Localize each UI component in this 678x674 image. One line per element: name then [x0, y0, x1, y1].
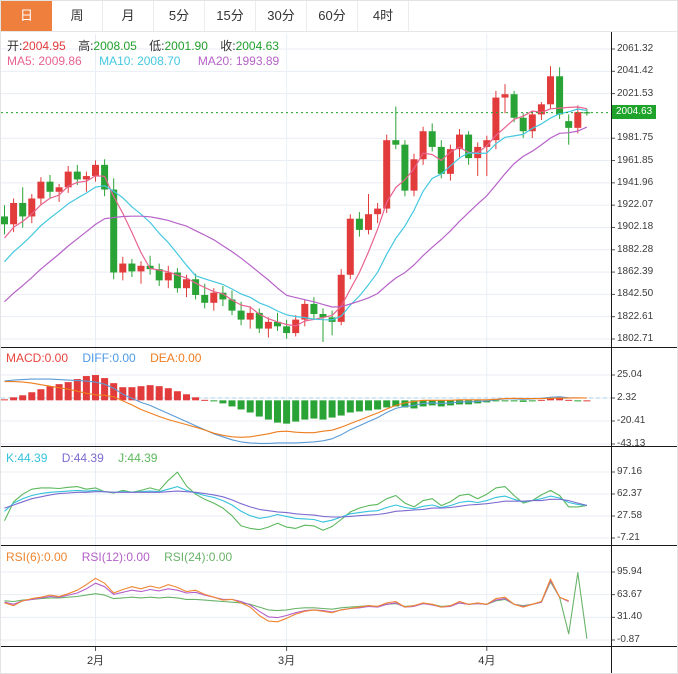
axis-label: 97.16 — [617, 466, 642, 477]
axis-label: -20.41 — [617, 415, 645, 426]
axis-label: 2041.42 — [617, 65, 653, 76]
current-price-badge: 2004.63 — [612, 105, 656, 119]
macd-value: MACD:0.00 — [6, 351, 68, 365]
axis-label: -0.87 — [617, 634, 640, 645]
axis-label: 62.37 — [617, 488, 642, 499]
chart-canvas[interactable] — [1, 1, 678, 674]
tab-30min[interactable]: 30分 — [256, 1, 307, 31]
ohlc-readout: 开:2004.95 高:2008.05 低:2001.90 收:2004.63 — [7, 37, 288, 54]
open-label: 开: — [7, 39, 22, 53]
low-label: 低: — [149, 39, 164, 53]
axis-label: -43.13 — [617, 438, 645, 449]
axis-label: 1822.61 — [617, 311, 653, 322]
tab-4hour[interactable]: 4时 — [358, 1, 409, 31]
tab-day[interactable]: 日 — [1, 1, 52, 31]
kdj-readout: K:44.39 D:44.39 J:44.39 — [6, 451, 168, 465]
chart-app: 日 周 月 5分 15分 30分 60分 4时 开:2004.95 高:2008… — [0, 0, 678, 674]
d-value: D:44.39 — [62, 451, 104, 465]
dea-value: DEA:0.00 — [150, 351, 201, 365]
axis-label: 95.94 — [617, 566, 642, 577]
tab-15min[interactable]: 15分 — [205, 1, 256, 31]
axis-label: 1902.18 — [617, 221, 653, 232]
ma-readout: MA5: 2009.86 MA10: 2008.70 MA20: 1993.89 — [7, 54, 293, 68]
tab-week[interactable]: 周 — [52, 1, 103, 31]
tab-60min[interactable]: 60分 — [307, 1, 358, 31]
close-value: 2004.63 — [236, 39, 279, 53]
rsi12-value: RSI(12):0.00 — [82, 550, 150, 564]
ma20-value: MA20: 1993.89 — [198, 54, 279, 68]
rsi-readout: RSI(6):0.00 RSI(12):0.00 RSI(24):0.00 — [6, 550, 243, 564]
axis-label: 27.58 — [617, 510, 642, 521]
tab-month[interactable]: 月 — [103, 1, 154, 31]
rsi6-value: RSI(6):0.00 — [6, 550, 67, 564]
close-label: 收: — [220, 39, 235, 53]
ma5-value: MA5: 2009.86 — [7, 54, 82, 68]
j-value: J:44.39 — [118, 451, 157, 465]
axis-label: 2061.32 — [617, 43, 653, 54]
rsi24-value: RSI(24):0.00 — [164, 550, 232, 564]
axis-label: 1941.96 — [617, 177, 653, 188]
high-label: 高: — [78, 39, 93, 53]
tab-5min[interactable]: 5分 — [154, 1, 205, 31]
k-value: K:44.39 — [6, 451, 47, 465]
axis-label: 31.40 — [617, 611, 642, 622]
month-label: 2月 — [81, 652, 111, 668]
axis-label: 1862.39 — [617, 266, 653, 277]
axis-label: 1961.85 — [617, 155, 653, 166]
axis-label: 25.04 — [617, 369, 642, 380]
month-label: 4月 — [472, 652, 502, 668]
diff-value: DIFF:0.00 — [82, 351, 135, 365]
macd-readout: MACD:0.00 DIFF:0.00 DEA:0.00 — [6, 351, 212, 365]
axis-label: 2021.53 — [617, 88, 653, 99]
axis-label: 63.67 — [617, 589, 642, 600]
timeframe-tabs: 日 周 月 5分 15分 30分 60分 4时 — [1, 1, 677, 32]
open-value: 2004.95 — [22, 39, 65, 53]
ma10-value: MA10: 2008.70 — [99, 54, 180, 68]
axis-label: 1802.71 — [617, 333, 653, 344]
axis-label: -7.21 — [617, 532, 640, 543]
axis-label: 1922.07 — [617, 199, 653, 210]
month-label: 3月 — [272, 652, 302, 668]
high-value: 2008.05 — [93, 39, 136, 53]
axis-label: 1882.28 — [617, 244, 653, 255]
axis-label: 1981.75 — [617, 132, 653, 143]
axis-label: 2.32 — [617, 392, 636, 403]
axis-label: 1842.50 — [617, 288, 653, 299]
low-value: 2001.90 — [165, 39, 208, 53]
